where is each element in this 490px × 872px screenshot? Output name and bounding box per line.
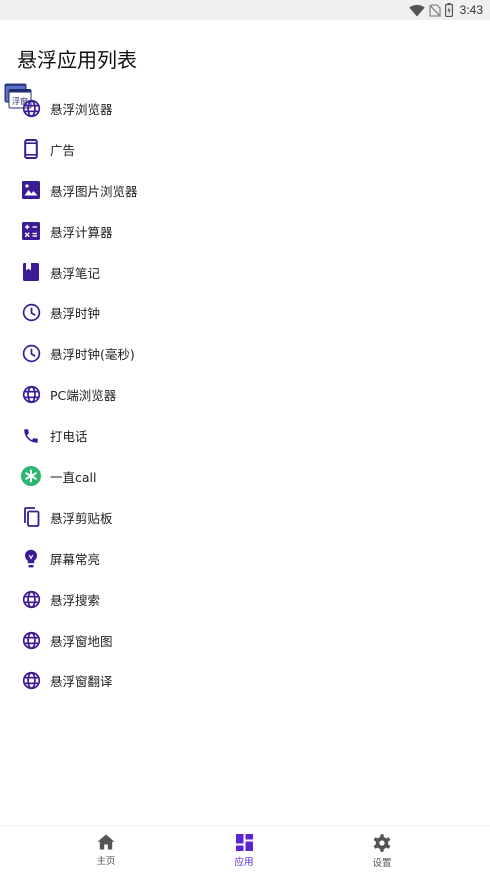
- list-item-floating-notes[interactable]: 悬浮笔记: [0, 252, 490, 293]
- globe-icon: [21, 589, 41, 609]
- list-item-ad[interactable]: 广告: [0, 129, 490, 170]
- list-item-phone-call[interactable]: 打电话: [0, 415, 490, 456]
- apps-grid-icon: [235, 834, 253, 851]
- app-label: 一直call: [50, 469, 97, 485]
- list-item-pc-browser[interactable]: PC端浏览器: [0, 374, 490, 415]
- status-time: 3:43: [459, 3, 483, 17]
- globe-icon: [21, 671, 41, 691]
- app-label: 悬浮笔记: [50, 265, 101, 281]
- phone-device-icon: [21, 139, 41, 160]
- tab-settings[interactable]: 设置: [352, 834, 412, 869]
- image-icon: [21, 180, 41, 200]
- tab-home[interactable]: 主页: [76, 834, 136, 867]
- globe-icon: [21, 385, 41, 405]
- battery-icon: [444, 3, 453, 17]
- tab-apps-label: 应用: [234, 857, 254, 868]
- list-item-floating-map[interactable]: 悬浮窗地图: [0, 620, 490, 661]
- clock-icon: [21, 303, 41, 323]
- app-label: 打电话: [50, 429, 88, 445]
- tab-apps[interactable]: 应用: [214, 834, 274, 868]
- tab-settings-label: 设置: [372, 858, 392, 869]
- app-label: 屏幕常亮: [50, 551, 101, 567]
- list-item-floating-clock-ms[interactable]: 悬浮时钟(毫秒): [0, 333, 490, 374]
- list-item-floating-search[interactable]: 悬浮搜索: [0, 579, 490, 620]
- calculator-icon: [21, 221, 41, 241]
- home-icon: [97, 834, 115, 850]
- globe-icon: [21, 98, 41, 118]
- list-item-floating-clock[interactable]: 悬浮时钟: [0, 292, 490, 333]
- bottom-nav: 主页 应用 设置: [0, 825, 490, 872]
- lightbulb-icon: [21, 548, 41, 568]
- app-label: 悬浮窗地图: [50, 633, 113, 649]
- notebook-icon: [21, 262, 41, 282]
- list-item-floating-translate[interactable]: 悬浮窗翻译: [0, 660, 490, 701]
- app-label: 广告: [50, 142, 76, 158]
- list-item-screen-awake[interactable]: 屏幕常亮: [0, 538, 490, 579]
- clock-icon: [21, 344, 41, 364]
- list-item-floating-clipboard[interactable]: 悬浮剪贴板: [0, 497, 490, 538]
- app-label: 悬浮图片浏览器: [50, 183, 138, 199]
- wifi-icon: [408, 4, 425, 17]
- app-label: 悬浮时钟: [50, 306, 101, 322]
- list-item-floating-image-browser[interactable]: 悬浮图片浏览器: [0, 170, 490, 211]
- page-title: 悬浮应用列表: [17, 48, 137, 72]
- clipboard-icon: [21, 507, 41, 528]
- app-list: 悬浮浏览器 广告 悬浮图片浏览器 悬浮计算器 悬浮笔记 悬浮时钟 悬浮时钟(毫秒…: [0, 88, 490, 701]
- no-sim-icon: [428, 3, 441, 17]
- status-bar: 3:43: [0, 0, 490, 20]
- app-label: 悬浮时钟(毫秒): [50, 347, 135, 363]
- app-label: 悬浮搜索: [50, 592, 101, 608]
- app-label: 悬浮浏览器: [50, 101, 113, 117]
- app-label: PC端浏览器: [50, 388, 117, 404]
- globe-icon: [21, 630, 41, 650]
- phone-icon: [21, 426, 41, 446]
- tab-home-label: 主页: [96, 856, 116, 867]
- app-label: 悬浮剪贴板: [50, 510, 113, 526]
- app-label: 悬浮计算器: [50, 224, 113, 240]
- list-item-floating-calculator[interactable]: 悬浮计算器: [0, 211, 490, 252]
- list-item-floating-browser[interactable]: 悬浮浏览器: [0, 88, 490, 129]
- status-icons: 3:43: [408, 2, 483, 18]
- call-badge-icon: [21, 466, 41, 487]
- gear-icon: [373, 834, 391, 852]
- app-label: 悬浮窗翻译: [50, 674, 113, 690]
- list-item-keep-calling[interactable]: 一直call: [0, 456, 490, 497]
